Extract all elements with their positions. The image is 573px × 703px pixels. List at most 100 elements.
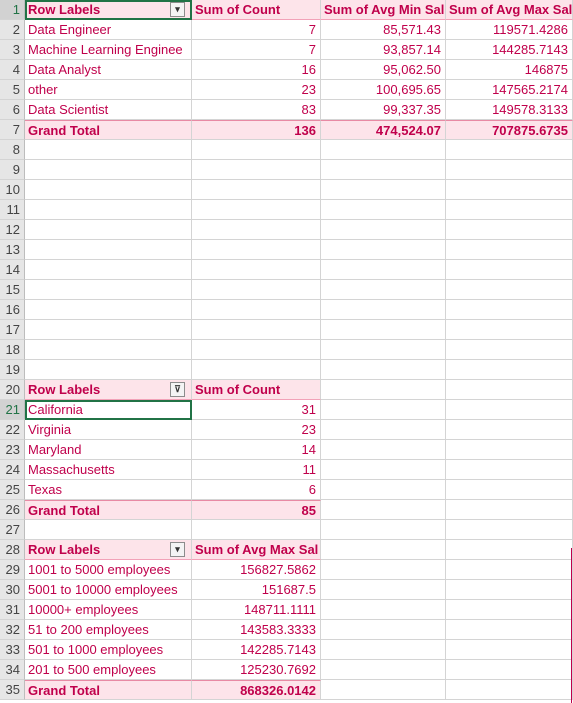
row-header[interactable]: 24 bbox=[0, 460, 25, 480]
value-cell[interactable]: 119571.4286 bbox=[446, 20, 573, 40]
empty-cell[interactable] bbox=[446, 400, 573, 420]
empty-cell[interactable] bbox=[446, 300, 573, 320]
empty-cell[interactable] bbox=[321, 460, 446, 480]
value-cell[interactable]: 95,062.50 bbox=[321, 60, 446, 80]
empty-cell[interactable] bbox=[446, 380, 573, 400]
pivot-header-cell[interactable]: Row Labels ⊽ bbox=[25, 380, 192, 400]
grand-total-value[interactable]: 868326.0142 bbox=[192, 680, 321, 700]
row-header[interactable]: 18 bbox=[0, 340, 25, 360]
pivot-header-cell[interactable]: Row Labels ▾ bbox=[25, 540, 192, 560]
value-cell[interactable]: 7 bbox=[192, 20, 321, 40]
value-cell[interactable]: 31 bbox=[192, 400, 321, 420]
row-label-cell[interactable]: Texas bbox=[25, 480, 192, 500]
empty-cell[interactable] bbox=[446, 440, 573, 460]
empty-cell[interactable] bbox=[446, 320, 573, 340]
empty-cell[interactable] bbox=[321, 400, 446, 420]
empty-cell[interactable] bbox=[446, 500, 573, 520]
row-header[interactable]: 15 bbox=[0, 280, 25, 300]
row-header[interactable]: 9 bbox=[0, 160, 25, 180]
value-cell[interactable]: 144285.7143 bbox=[446, 40, 573, 60]
pivot-header-cell[interactable]: Row Labels ▾ bbox=[25, 0, 192, 20]
empty-cell[interactable] bbox=[192, 180, 321, 200]
empty-cell[interactable] bbox=[25, 260, 192, 280]
value-cell[interactable]: 11 bbox=[192, 460, 321, 480]
value-cell[interactable]: 99,337.35 bbox=[321, 100, 446, 120]
empty-cell[interactable] bbox=[446, 340, 573, 360]
grand-total-value[interactable]: 85 bbox=[192, 500, 321, 520]
empty-cell[interactable] bbox=[321, 580, 446, 600]
empty-cell[interactable] bbox=[321, 600, 446, 620]
row-header[interactable]: 7 bbox=[0, 120, 25, 140]
empty-cell[interactable] bbox=[446, 420, 573, 440]
empty-cell[interactable] bbox=[25, 360, 192, 380]
empty-cell[interactable] bbox=[446, 480, 573, 500]
empty-cell[interactable] bbox=[321, 300, 446, 320]
row-header[interactable]: 8 bbox=[0, 140, 25, 160]
value-cell[interactable]: 16 bbox=[192, 60, 321, 80]
row-header[interactable]: 35 bbox=[0, 680, 25, 700]
spreadsheet-grid[interactable]: 1 Row Labels ▾ Sum of Count Sum of Avg Min S… bbox=[0, 0, 573, 703]
empty-cell[interactable] bbox=[321, 280, 446, 300]
row-label-cell[interactable]: Machine Learning Enginee bbox=[25, 40, 192, 60]
empty-cell[interactable] bbox=[321, 560, 446, 580]
empty-cell[interactable] bbox=[25, 200, 192, 220]
empty-cell[interactable] bbox=[192, 360, 321, 380]
row-header[interactable]: 22 bbox=[0, 420, 25, 440]
row-header[interactable]: 33 bbox=[0, 640, 25, 660]
value-cell[interactable]: 125230.7692 bbox=[192, 660, 321, 680]
row-header[interactable]: 21 bbox=[0, 400, 25, 420]
empty-cell[interactable] bbox=[321, 640, 446, 660]
row-header[interactable]: 1 bbox=[0, 0, 25, 20]
empty-cell[interactable] bbox=[192, 320, 321, 340]
empty-cell[interactable] bbox=[25, 220, 192, 240]
empty-cell[interactable] bbox=[446, 180, 573, 200]
empty-cell[interactable] bbox=[446, 560, 573, 580]
value-cell[interactable]: 147565.2174 bbox=[446, 80, 573, 100]
empty-cell[interactable] bbox=[321, 540, 446, 560]
empty-cell[interactable] bbox=[192, 140, 321, 160]
empty-cell[interactable] bbox=[25, 300, 192, 320]
row-label-cell[interactable]: Maryland bbox=[25, 440, 192, 460]
empty-cell[interactable] bbox=[25, 180, 192, 200]
grand-total-value[interactable]: 474,524.07 bbox=[321, 120, 446, 140]
empty-cell[interactable] bbox=[446, 200, 573, 220]
empty-cell[interactable] bbox=[321, 660, 446, 680]
row-header[interactable]: 2 bbox=[0, 20, 25, 40]
row-header[interactable]: 5 bbox=[0, 80, 25, 100]
empty-cell[interactable] bbox=[321, 240, 446, 260]
value-cell[interactable]: 148711.1111 bbox=[192, 600, 321, 620]
empty-cell[interactable] bbox=[321, 360, 446, 380]
empty-cell[interactable] bbox=[192, 200, 321, 220]
empty-cell[interactable] bbox=[321, 520, 446, 540]
empty-cell[interactable] bbox=[321, 480, 446, 500]
empty-cell[interactable] bbox=[321, 160, 446, 180]
pivot-header-cell[interactable]: Sum of Avg Min Sal bbox=[321, 0, 446, 20]
empty-cell[interactable] bbox=[446, 520, 573, 540]
value-cell[interactable]: 100,695.65 bbox=[321, 80, 446, 100]
empty-cell[interactable] bbox=[192, 260, 321, 280]
empty-cell[interactable] bbox=[321, 340, 446, 360]
grand-total-label[interactable]: Grand Total bbox=[25, 680, 192, 700]
empty-cell[interactable] bbox=[321, 180, 446, 200]
row-label-cell[interactable]: 5001 to 10000 employees bbox=[25, 580, 192, 600]
row-label-cell[interactable]: 10000+ employees bbox=[25, 600, 192, 620]
empty-cell[interactable] bbox=[446, 660, 573, 680]
value-cell[interactable]: 143583.3333 bbox=[192, 620, 321, 640]
empty-cell[interactable] bbox=[321, 620, 446, 640]
row-label-cell[interactable]: 201 to 500 employees bbox=[25, 660, 192, 680]
empty-cell[interactable] bbox=[446, 280, 573, 300]
row-label-cell[interactable]: Data Scientist bbox=[25, 100, 192, 120]
row-header[interactable]: 32 bbox=[0, 620, 25, 640]
empty-cell[interactable] bbox=[446, 620, 573, 640]
empty-cell[interactable] bbox=[192, 300, 321, 320]
empty-cell[interactable] bbox=[321, 380, 446, 400]
empty-cell[interactable] bbox=[192, 160, 321, 180]
value-cell[interactable]: 83 bbox=[192, 100, 321, 120]
sort-dropdown-icon[interactable]: ▾ bbox=[170, 542, 185, 557]
grand-total-label[interactable]: Grand Total bbox=[25, 120, 192, 140]
value-cell[interactable]: 149578.3133 bbox=[446, 100, 573, 120]
empty-cell[interactable] bbox=[446, 640, 573, 660]
empty-cell[interactable] bbox=[192, 220, 321, 240]
row-header[interactable]: 25 bbox=[0, 480, 25, 500]
empty-cell[interactable] bbox=[446, 600, 573, 620]
